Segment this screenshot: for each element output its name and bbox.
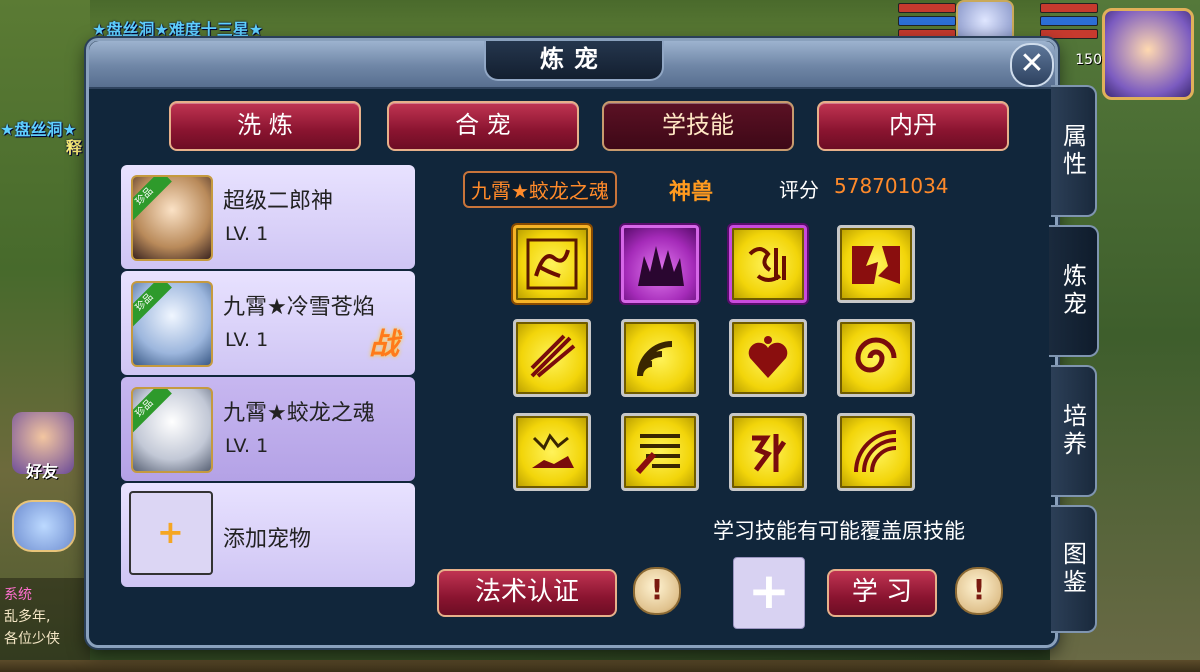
exp-bar xyxy=(0,660,1200,672)
rarity-badge: 珍品 xyxy=(133,177,172,224)
side-tab-label: 图鉴 xyxy=(1058,541,1087,597)
chat-tag: 系统 xyxy=(4,587,32,603)
friends-label: 好友 xyxy=(26,462,59,481)
chat-bubble-icon[interactable] xyxy=(12,500,76,552)
side-tab-label: 属性 xyxy=(1058,123,1087,179)
glyph-skill-icon[interactable] xyxy=(729,413,807,491)
player-level: 150 xyxy=(1075,52,1102,68)
learn-info-icon[interactable]: ! xyxy=(955,567,1003,615)
spell-certify-button[interactable]: 法术认证 xyxy=(437,569,617,617)
pet-portrait-dragon: 珍品 xyxy=(131,387,213,473)
claw-skill-icon[interactable] xyxy=(513,319,591,397)
npc-label: 释 xyxy=(66,138,83,157)
side-tab-attributes[interactable]: 属性 xyxy=(1051,85,1097,217)
spikes-skill-icon[interactable] xyxy=(621,225,699,303)
side-tab-label: 培养 xyxy=(1058,403,1087,459)
pet-portrait-erlang: 珍品 xyxy=(131,175,213,261)
add-pet-slot[interactable]: + xyxy=(129,491,213,575)
heart-skill-icon[interactable] xyxy=(729,319,807,397)
add-pet-label: 添加宠物 xyxy=(223,527,312,552)
side-tab-label: 炼宠 xyxy=(1058,263,1087,319)
pet-card-selected[interactable]: 珍品 九霄★蛟龙之魂 LV. 1 xyxy=(121,377,415,481)
dragon-skill-icon[interactable] xyxy=(513,225,591,303)
score-value: 578701034 xyxy=(834,174,949,198)
side-tab-refine-pet[interactable]: 炼宠 xyxy=(1049,225,1099,357)
swirl-skill-icon[interactable] xyxy=(837,319,915,397)
scroll-skill-icon[interactable] xyxy=(621,413,699,491)
title-plaque: 炼宠 xyxy=(484,41,664,81)
player-avatar[interactable] xyxy=(1102,8,1194,100)
rarity-badge: 珍品 xyxy=(133,283,172,330)
game-scene-left xyxy=(0,0,90,672)
rarity-badge: 珍品 xyxy=(133,389,172,436)
pet-level: LV. 1 xyxy=(225,223,269,245)
dialog-title: 炼宠 xyxy=(540,45,608,73)
close-button[interactable]: ✕ xyxy=(1010,43,1054,87)
pet-name: 九霄★冷雪苍焰 xyxy=(223,295,375,320)
certify-info-icon[interactable]: ! xyxy=(633,567,681,615)
rune-skill-icon[interactable] xyxy=(729,225,807,303)
dungeon-banner: ★盘丝洞★难度十三星★ xyxy=(92,20,264,39)
dialog-title-bar: 炼宠 xyxy=(89,41,1055,89)
wave-skill-icon[interactable] xyxy=(621,319,699,397)
pet-card[interactable]: 珍品 超级二郎神 LV. 1 xyxy=(121,165,415,269)
skill-book-slot[interactable]: + xyxy=(733,557,805,629)
pet-level: LV. 1 xyxy=(225,435,269,457)
pet-portrait-snowflame: 珍品 xyxy=(131,281,213,367)
learn-skill-hint: 学习技能有可能覆盖原技能 xyxy=(713,519,965,543)
pet-refine-dialog: 炼宠 ✕ 洗 炼 合 宠 学技能 内丹 珍品 超级二郎神 LV. 1 珍品 九霄… xyxy=(86,38,1099,648)
tab-learn-skill[interactable]: 学技能 xyxy=(602,101,794,151)
pet-card[interactable]: 珍品 九霄★冷雪苍焰 LV. 1 战 xyxy=(121,271,415,375)
chat-panel: 系统 乱多年, 各位少侠 xyxy=(0,578,90,672)
beast-skill-icon[interactable] xyxy=(513,413,591,491)
side-tab-cultivate[interactable]: 培养 xyxy=(1051,365,1097,497)
chat-line: 乱多年, xyxy=(4,609,51,625)
pet-status-bars xyxy=(898,0,956,39)
burst-skill-icon[interactable] xyxy=(837,225,915,303)
tab-refine[interactable]: 洗 炼 xyxy=(169,101,361,151)
learn-button[interactable]: 学 习 xyxy=(827,569,937,617)
plus-icon: + xyxy=(157,513,184,551)
pet-level: LV. 1 xyxy=(225,329,269,351)
chat-line: 各位少侠 xyxy=(4,631,60,647)
pet-class: 神兽 xyxy=(669,180,714,205)
player-status-bars xyxy=(1040,0,1098,39)
selected-pet-name: 九霄★蛟龙之魂 xyxy=(463,171,617,208)
pet-name: 九霄★蛟龙之魂 xyxy=(223,401,375,426)
pet-name: 超级二郎神 xyxy=(223,189,334,214)
score-label: 评分 xyxy=(779,178,819,202)
side-tab-handbook[interactable]: 图鉴 xyxy=(1051,505,1097,633)
arc-skill-icon[interactable] xyxy=(837,413,915,491)
tab-merge-pet[interactable]: 合 宠 xyxy=(387,101,579,151)
in-battle-icon: 战 xyxy=(369,327,399,362)
plus-icon: + xyxy=(748,562,790,620)
tab-inner-core[interactable]: 内丹 xyxy=(817,101,1009,151)
add-pet-card[interactable]: + 添加宠物 xyxy=(121,483,415,587)
